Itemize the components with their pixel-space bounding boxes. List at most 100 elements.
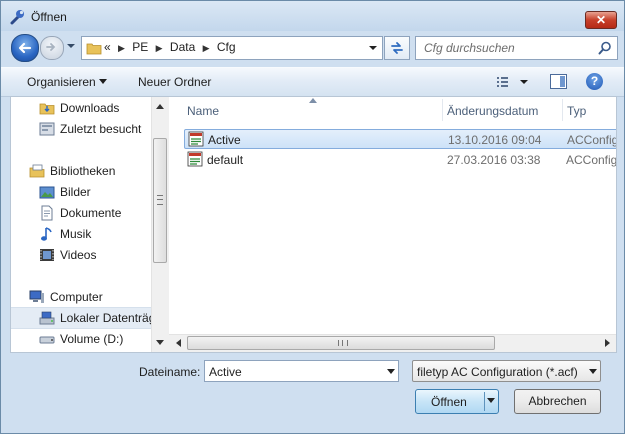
file-type: ACConfig [567,133,616,147]
drive-icon [39,336,55,344]
organize-button[interactable]: Organisieren [27,75,96,89]
grip-icon [338,340,348,346]
libraries-icon [29,164,45,178]
browser-area: Downloads Zuletzt besucht Bibliotheken B… [10,96,617,353]
navigation-pane-scrollbar[interactable] [151,97,169,352]
change-view-icon[interactable] [496,74,528,90]
open-dialog: Öffnen ✕ « ▶ PE ▶ Data ▶ Cfg Cfg durchsu… [0,0,625,434]
computer-icon [29,290,44,303]
sidebar-item-recent[interactable]: Zuletzt besucht [11,119,151,139]
wrench-app-icon [10,10,24,25]
column-type-label: Typ [567,104,587,118]
breadcrumb-separator-icon[interactable]: ▶ [203,43,210,54]
breadcrumb-item-cfg[interactable]: Cfg [217,40,236,54]
sidebar-item-label: Computer [50,290,103,304]
scroll-left-icon[interactable] [175,339,181,347]
breadcrumb-separator-icon[interactable]: ▶ [118,43,125,54]
config-file-icon [188,131,204,147]
local-disk-icon [39,311,55,325]
sidebar-item-label: Videos [60,248,97,262]
file-date: 27.03.2016 03:38 [447,153,541,167]
pictures-icon [39,186,55,199]
scrollbar-thumb[interactable] [187,336,495,350]
open-button-label: Öffnen [431,395,467,409]
column-header-name[interactable]: Name [169,97,443,123]
sidebar-item-local-disk[interactable]: Lokaler Datenträger [11,307,151,329]
filename-label: Dateiname: [139,365,201,379]
videos-icon [40,249,54,261]
column-date-label: Änderungsdatum [447,104,539,118]
split-divider [484,392,485,411]
address-dropdown-icon[interactable] [368,42,378,54]
column-header-date[interactable]: Änderungsdatum [443,97,563,123]
refresh-icon [391,42,403,54]
sidebar-item-label: Zuletzt besucht [60,122,142,136]
sidebar-item-label: Volume (D:) [60,332,124,346]
navigation-pane: Downloads Zuletzt besucht Bibliotheken B… [11,97,151,352]
address-bar[interactable]: « ▶ PE ▶ Data ▶ Cfg [81,36,383,60]
help-icon[interactable]: ? [586,73,603,90]
open-button[interactable]: Öffnen [415,389,499,414]
breadcrumb-item-pe[interactable]: PE [132,40,148,54]
refresh-button[interactable] [384,36,410,60]
scroll-right-icon[interactable] [605,339,611,347]
file-name: Active [208,133,241,147]
sidebar-item-videos[interactable]: Videos [11,245,151,265]
title-bar: Öffnen ✕ [1,1,624,31]
sidebar-item-documents[interactable]: Dokumente [11,203,151,223]
recent-places-icon [39,122,55,136]
sidebar-item-downloads[interactable]: Downloads [11,98,151,118]
breadcrumb-item-data[interactable]: Data [170,40,195,54]
back-button[interactable] [11,34,39,62]
scroll-down-icon[interactable] [156,340,164,346]
filename-field[interactable]: Active [204,360,399,382]
filename-value: Active [209,365,242,379]
chevron-down-icon [589,369,597,374]
search-input[interactable]: Cfg durchsuchen [424,41,515,55]
command-bar: Organisieren Neuer Ordner ? [1,67,624,97]
close-icon: ✕ [595,13,607,27]
grip-icon [157,195,163,205]
search-box[interactable]: Cfg durchsuchen [415,36,618,60]
sidebar-item-label: Lokaler Datenträger [60,311,151,325]
column-header-type[interactable]: Typ [563,97,616,123]
back-arrow-icon [18,42,32,54]
file-list: Name Änderungsdatum Typ Active 13.10.201… [169,97,616,334]
config-file-icon [187,151,203,167]
music-icon [41,227,52,241]
forward-arrow-icon [46,43,56,51]
sidebar-item-label: Musik [60,227,92,241]
scrollbar-thumb[interactable] [153,138,167,263]
sidebar-item-label: Dokumente [60,206,122,220]
scroll-up-icon[interactable] [156,103,164,109]
sidebar-item-computer[interactable]: Computer [11,287,151,307]
sidebar-item-music[interactable]: Musik [11,224,151,244]
close-button[interactable]: ✕ [585,11,617,29]
file-row-active[interactable]: Active 13.10.2016 09:04 ACConfig [184,129,616,149]
forward-button[interactable] [40,36,64,60]
file-row-default[interactable]: default 27.03.2016 03:38 ACConfig [184,150,616,170]
organize-dropdown-icon[interactable] [99,79,107,85]
preview-pane-icon[interactable] [550,74,567,89]
file-date: 13.10.2016 09:04 [448,133,542,147]
open-options-dropdown-icon[interactable] [487,398,495,403]
cancel-button[interactable]: Abbrechen [514,389,601,414]
breadcrumb: « ▶ PE ▶ Data ▶ Cfg [104,40,240,54]
file-type-filter-select[interactable]: filetyp AC Configuration (*.acf) [412,360,601,382]
search-icon[interactable] [598,41,612,55]
breadcrumb-overflow[interactable]: « [104,40,111,54]
folder-icon [86,43,102,55]
sidebar-item-libraries[interactable]: Bibliotheken [11,161,151,181]
navigation-bar: « ▶ PE ▶ Data ▶ Cfg Cfg durchsuchen [1,31,624,63]
window-title: Öffnen [31,10,67,24]
sidebar-item-volume-d[interactable]: Volume (D:) [11,329,151,349]
downloads-folder-icon [39,103,55,115]
file-type-filter-value: filetyp AC Configuration (*.acf) [417,365,578,379]
chevron-down-icon[interactable] [387,369,395,374]
new-folder-button[interactable]: Neuer Ordner [138,75,211,89]
sidebar-item-pictures[interactable]: Bilder [11,182,151,202]
recent-locations-dropdown-icon[interactable] [66,41,76,51]
breadcrumb-separator-icon[interactable]: ▶ [156,43,163,54]
documents-icon [41,205,53,221]
file-list-horizontal-scrollbar[interactable] [169,334,616,352]
